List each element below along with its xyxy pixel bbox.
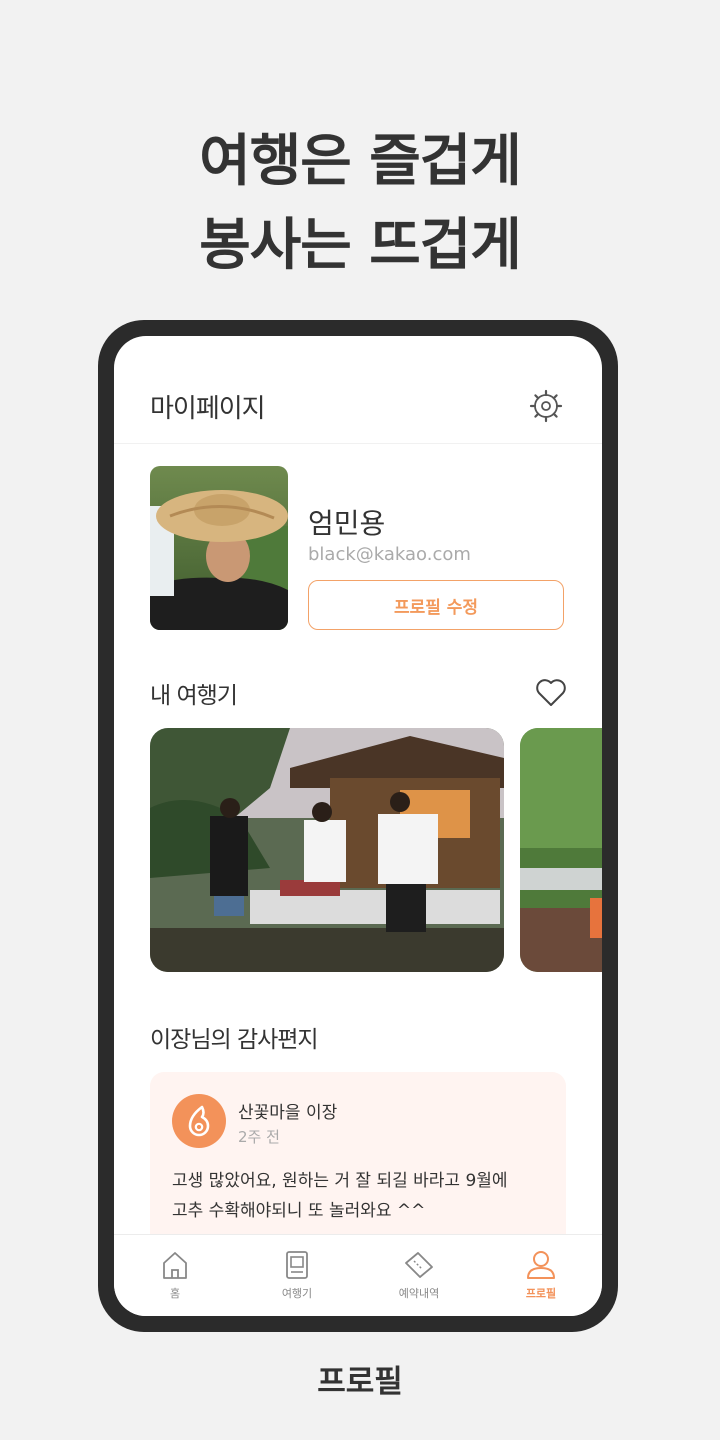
bottom-tab-bar: 홈 여행기 예약내역 프로필 [114,1234,602,1316]
letter-timestamp: 2주 전 [238,1128,280,1146]
flame-icon [188,1105,210,1137]
edit-profile-button[interactable]: 프로필 수정 [308,580,564,630]
ticket-icon [405,1252,433,1278]
avatar [150,466,288,630]
village-logo [172,1094,226,1148]
tab-label: 여행기 [281,1287,313,1300]
tab-label: 예약내역 [398,1287,440,1300]
book-icon [286,1251,308,1279]
trip-card[interactable] [150,728,504,972]
profile-name: 엄민용 [308,507,386,540]
letter-body: 고생 많았어요, 원하는 거 잘 되길 바라고 9월에 고추 수확해야되니 또 … [172,1166,552,1226]
tab-profile[interactable]: 프로필 [480,1235,602,1316]
screen-caption: 프로필 [317,1364,403,1400]
profile-section: 엄민용 black@kakao.com 프로필 수정 [150,466,566,632]
letter-body-line: 고추 수확해야되니 또 놀러와요 ^^ [172,1201,426,1221]
heart-icon [536,679,566,706]
headline-line-1: 여행은 즐겁게 [199,129,522,194]
trip-card[interactable] [520,728,602,972]
gear-icon [529,389,563,423]
letter-body-line: 고생 많았어요, 원하는 거 잘 되길 바라고 9월에 [172,1171,508,1191]
app-bar: 마이페이지 [114,336,602,444]
journal-section-title: 내 여행기 [150,683,238,709]
tab-home[interactable]: 홈 [114,1235,236,1316]
tab-reservations[interactable]: 예약내역 [358,1235,480,1316]
tab-label: 프로필 [525,1287,557,1300]
tab-label: 홈 [169,1287,181,1300]
promo-headline: 여행은 즐겁게 봉사는 뜨겁게 [0,120,720,288]
settings-button[interactable] [528,388,564,424]
letters-section-title: 이장님의 감사편지 [150,1027,319,1053]
profile-email: black@kakao.com [308,544,471,565]
phone-frame: 마이페이지 엄민용 black@kakao.com 프로필 수정 내 여행기 이… [98,320,618,1332]
headline-line-2: 봉사는 뜨겁게 [199,213,522,278]
tab-journal[interactable]: 여행기 [236,1235,358,1316]
home-icon [163,1252,187,1279]
letter-sender: 산꽃마을 이장 [238,1103,338,1123]
trip-photo [520,728,602,972]
person-icon [527,1251,555,1279]
app-screen: 마이페이지 엄민용 black@kakao.com 프로필 수정 내 여행기 이… [114,336,602,1316]
page-title: 마이페이지 [150,394,266,424]
trip-photo [150,728,504,972]
favorite-button[interactable] [534,676,568,710]
